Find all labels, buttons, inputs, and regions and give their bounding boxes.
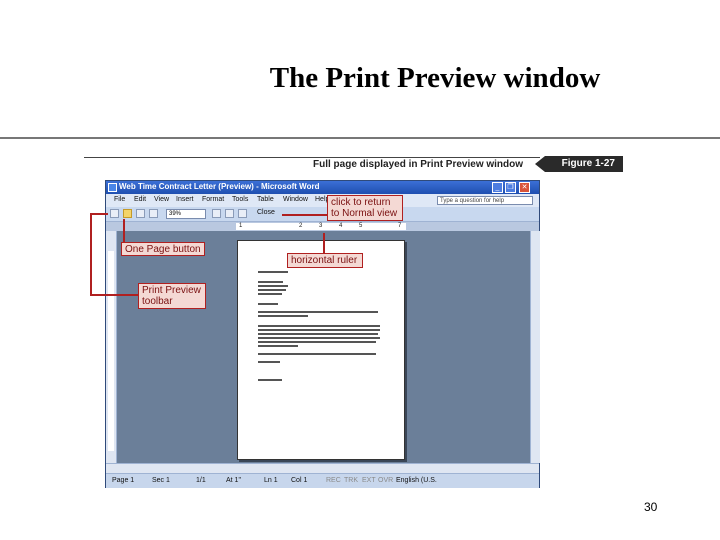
ruler-tick-label: 7 xyxy=(398,223,402,229)
minimize-button[interactable]: _ xyxy=(492,182,503,193)
letter-text-line xyxy=(258,325,380,327)
view-ruler-icon[interactable] xyxy=(212,209,221,218)
letter-text-line xyxy=(258,329,380,331)
page-number: 30 xyxy=(644,500,658,514)
toolbar-callout-connector xyxy=(90,294,138,296)
title-divider xyxy=(0,137,720,139)
letter-text-line xyxy=(258,315,308,317)
window-title: Web Time Contract Letter (Preview) - Mic… xyxy=(119,182,320,191)
magnifier-icon[interactable] xyxy=(123,209,132,218)
ruler-callout: horizontal ruler xyxy=(287,253,363,268)
figure-screenshot: Full page displayed in Print Preview win… xyxy=(84,155,623,488)
letter-text-line xyxy=(258,345,298,347)
letter-text-line xyxy=(258,303,278,305)
figure-top-line xyxy=(84,157,540,158)
letter-text-line xyxy=(258,281,283,283)
status-rec: REC xyxy=(326,477,341,484)
full-screen-icon[interactable] xyxy=(238,209,247,218)
letter-text-line xyxy=(258,379,282,381)
one-page-callout-connector xyxy=(123,219,125,242)
status-page: Page 1 xyxy=(112,477,135,484)
figure-caption: Full page displayed in Print Preview win… xyxy=(313,159,524,170)
title-bar: Web Time Contract Letter (Preview) - Mic… xyxy=(106,181,539,194)
menu-file[interactable]: File xyxy=(114,196,125,203)
status-position: At 1" xyxy=(226,477,241,484)
slide-title: The Print Preview window xyxy=(269,62,601,94)
status-column: Col 1 xyxy=(291,477,308,484)
close-callout: click to return to Normal view xyxy=(327,195,403,221)
toolbar-callout: Print Preview toolbar xyxy=(138,283,206,309)
menu-format[interactable]: Format xyxy=(202,196,224,203)
letter-text-line xyxy=(258,341,376,343)
menu-edit[interactable]: Edit xyxy=(134,196,146,203)
menu-view[interactable]: View xyxy=(154,196,169,203)
horizontal-scrollbar[interactable] xyxy=(106,463,539,473)
vertical-scrollbar[interactable] xyxy=(530,231,540,463)
status-line: Ln 1 xyxy=(264,477,278,484)
close-window-button[interactable]: ✕ xyxy=(519,182,530,193)
vertical-ruler xyxy=(106,231,117,465)
one-page-button[interactable] xyxy=(136,209,145,218)
status-language: English (U.S. xyxy=(396,477,437,484)
one-page-callout: One Page button xyxy=(121,242,205,256)
ruler-tick-label: 2 xyxy=(299,223,303,229)
letter-text-line xyxy=(258,353,376,355)
restore-button[interactable]: ❐ xyxy=(505,182,516,193)
status-trk: TRK xyxy=(344,477,358,484)
letter-text-line xyxy=(258,361,280,363)
letter-text-line xyxy=(258,293,282,295)
zoom-select[interactable]: 39% xyxy=(166,209,206,219)
close-callout-connector xyxy=(282,214,327,216)
ruler-tick-label: 1 xyxy=(239,223,243,229)
menu-window[interactable]: Window xyxy=(283,196,308,203)
status-page-count: 1/1 xyxy=(196,477,206,484)
letter-text-line xyxy=(258,285,288,287)
menu-insert[interactable]: Insert xyxy=(176,196,194,203)
toolbar-callout-connector xyxy=(90,213,108,215)
status-ovr: OVR xyxy=(378,477,394,484)
word-app-icon xyxy=(108,183,117,192)
preview-page xyxy=(237,240,405,460)
menu-table[interactable]: Table xyxy=(257,196,274,203)
status-section: Sec 1 xyxy=(152,477,170,484)
status-ext: EXT xyxy=(362,477,376,484)
letter-text-line xyxy=(258,311,378,313)
ruler-tick-label: 5 xyxy=(359,223,363,229)
help-search-input[interactable]: Type a question for help xyxy=(437,196,533,205)
ruler-tick-label: 4 xyxy=(339,223,343,229)
toolbar-callout-connector xyxy=(90,213,92,296)
shrink-to-fit-icon[interactable] xyxy=(225,209,234,218)
menu-tools[interactable]: Tools xyxy=(232,196,248,203)
print-icon[interactable] xyxy=(110,209,119,218)
letter-text-line xyxy=(258,333,378,335)
ruler-tick-label: 3 xyxy=(319,223,323,229)
close-preview-button[interactable]: Close xyxy=(257,209,275,216)
horizontal-ruler: 1 2 3 4 5 7 xyxy=(106,222,539,231)
letter-text-line xyxy=(258,337,380,339)
figure-tag: Figure 1-27 xyxy=(535,156,623,172)
ruler-callout-connector xyxy=(323,233,325,253)
multiple-pages-icon[interactable] xyxy=(149,209,158,218)
status-bar: Page 1 Sec 1 1/1 At 1" Ln 1 Col 1 REC TR… xyxy=(106,473,539,488)
letter-text-line xyxy=(258,271,288,273)
letter-text-line xyxy=(258,289,286,291)
vertical-ruler-area xyxy=(108,251,114,451)
word-window: Web Time Contract Letter (Preview) - Mic… xyxy=(105,180,540,488)
